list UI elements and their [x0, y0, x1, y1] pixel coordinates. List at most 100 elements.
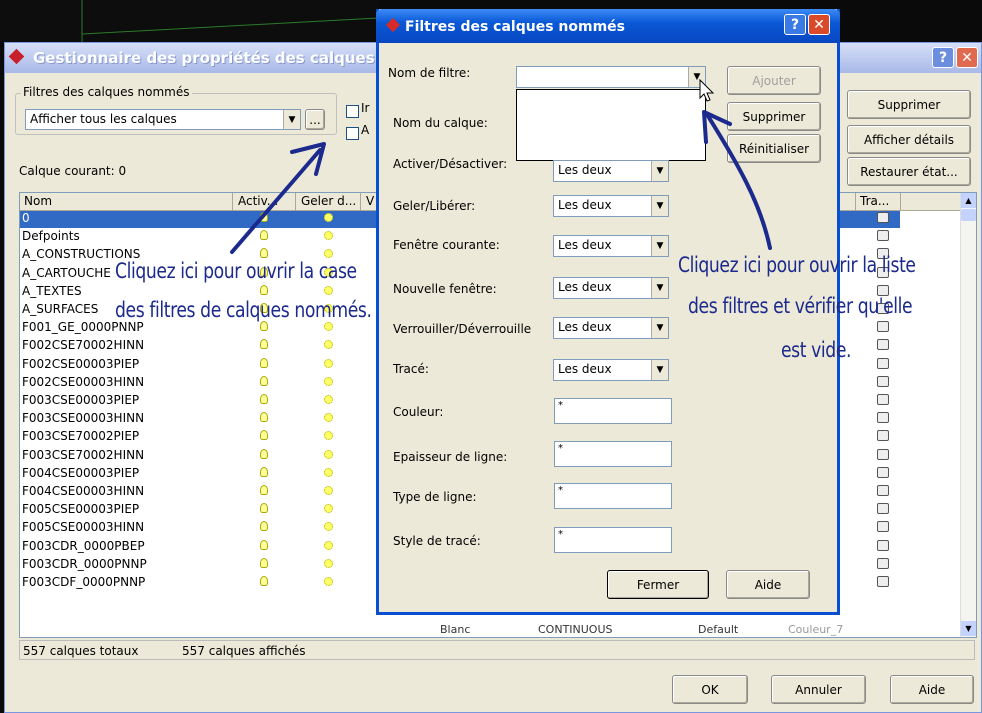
printer-icon[interactable] [877, 412, 889, 424]
printer-icon[interactable] [877, 521, 889, 533]
chevron-down-icon[interactable]: ▼ [651, 278, 668, 298]
close-dialog-button[interactable]: Fermer [607, 570, 709, 599]
scroll-down-button[interactable]: ▼ [961, 621, 976, 636]
on-off-combo[interactable]: Les deux ▼ [553, 160, 669, 182]
named-filter-ellipsis-button[interactable]: ... [305, 109, 325, 130]
printer-icon[interactable] [877, 230, 889, 242]
apply-filter-checkbox[interactable] [346, 127, 359, 140]
column-header-on[interactable]: Activ... [238, 194, 278, 208]
chevron-down-icon[interactable]: ▼ [651, 318, 668, 338]
scroll-up-button[interactable]: ▲ [961, 193, 976, 208]
sun-icon[interactable] [324, 449, 333, 459]
sun-icon[interactable] [324, 285, 333, 295]
lightbulb-icon[interactable] [260, 339, 268, 350]
sun-icon[interactable] [324, 522, 333, 532]
delete-filter-button[interactable]: Supprimer [727, 102, 821, 131]
delete-layer-button[interactable]: Supprimer [847, 90, 971, 119]
lightbulb-icon[interactable] [260, 503, 268, 514]
lightbulb-icon[interactable] [260, 466, 268, 477]
lightbulb-icon[interactable] [260, 539, 268, 550]
lightbulb-icon[interactable] [260, 521, 268, 532]
printer-icon[interactable] [877, 466, 889, 478]
printer-icon[interactable] [877, 375, 889, 387]
printer-icon[interactable] [877, 448, 889, 460]
sun-icon[interactable] [324, 249, 333, 259]
ok-button[interactable]: OK [672, 675, 748, 704]
lightbulb-icon[interactable] [260, 248, 268, 259]
sun-icon[interactable] [324, 577, 333, 586]
printer-icon[interactable] [877, 357, 889, 369]
current-viewport-combo[interactable]: Les deux ▼ [553, 235, 669, 257]
lineweight-field[interactable]: * [554, 441, 672, 467]
new-viewport-combo[interactable]: Les deux ▼ [553, 277, 669, 299]
restore-state-button[interactable]: Restaurer état... [847, 157, 971, 186]
help-button[interactable]: Aide [890, 675, 974, 704]
sun-icon[interactable] [324, 213, 333, 222]
printer-icon[interactable] [877, 539, 889, 551]
plot-combo[interactable]: Les deux ▼ [553, 359, 669, 381]
chevron-down-icon[interactable]: ▼ [651, 360, 668, 380]
printer-icon[interactable] [877, 576, 889, 587]
lightbulb-icon[interactable] [260, 485, 268, 495]
printer-icon[interactable] [877, 212, 889, 223]
sun-icon[interactable] [324, 322, 333, 332]
show-details-button[interactable]: Afficher détails [847, 125, 971, 154]
column-header-freeze[interactable]: Geler d... [301, 194, 356, 208]
lightbulb-icon[interactable] [260, 576, 268, 586]
printer-icon[interactable] [877, 557, 889, 569]
sun-icon[interactable] [324, 376, 333, 386]
printer-icon[interactable] [877, 394, 889, 405]
chevron-down-icon[interactable]: ▼ [283, 110, 300, 129]
help-title-button[interactable]: ? [932, 47, 954, 68]
freeze-thaw-combo[interactable]: Les deux ▼ [553, 195, 669, 217]
dialog-title-bar[interactable]: Filtres des calques nommés ? ✕ [376, 9, 840, 43]
lightbulb-icon[interactable] [260, 557, 268, 568]
dialog-close-button[interactable]: ✕ [808, 14, 830, 35]
add-filter-button[interactable]: Ajouter [727, 66, 821, 95]
sun-icon[interactable] [324, 486, 333, 495]
lock-unlock-combo[interactable]: Les deux ▼ [553, 317, 669, 339]
linetype-field[interactable]: * [554, 483, 672, 509]
plot-style-field[interactable]: * [554, 527, 672, 553]
lightbulb-icon[interactable] [260, 412, 268, 423]
lightbulb-icon[interactable] [260, 394, 268, 404]
dialog-help-button[interactable]: ? [784, 14, 806, 35]
sun-icon[interactable] [324, 395, 333, 404]
lightbulb-icon[interactable] [260, 430, 268, 441]
sun-icon[interactable] [324, 231, 333, 241]
printer-icon[interactable] [877, 503, 889, 515]
sun-icon[interactable] [324, 540, 333, 550]
lightbulb-icon[interactable] [260, 448, 268, 459]
chevron-down-icon[interactable]: ▼ [651, 236, 668, 256]
sun-icon[interactable] [324, 558, 333, 568]
sun-icon[interactable] [324, 340, 333, 350]
lightbulb-icon[interactable] [260, 321, 268, 332]
dialog-help-action-button[interactable]: Aide [726, 570, 810, 599]
column-header-plot[interactable]: Tra... [860, 194, 889, 208]
lightbulb-icon[interactable] [260, 212, 268, 222]
printer-icon[interactable] [877, 321, 889, 333]
column-header-v[interactable]: V [366, 194, 374, 208]
lightbulb-icon[interactable] [260, 357, 268, 368]
cancel-button[interactable]: Annuler [771, 675, 866, 704]
chevron-down-icon[interactable]: ▼ [651, 196, 668, 216]
sun-icon[interactable] [324, 431, 333, 441]
scroll-thumb[interactable] [961, 209, 976, 221]
sun-icon[interactable] [324, 504, 333, 514]
column-header-name[interactable]: Nom [24, 194, 52, 208]
lightbulb-icon[interactable] [260, 375, 268, 386]
printer-icon[interactable] [877, 485, 889, 496]
reset-filter-button[interactable]: Réinitialiser [727, 134, 821, 163]
list-scrollbar[interactable]: ▲ ▼ [960, 193, 976, 637]
invert-filter-checkbox[interactable] [346, 105, 359, 118]
sun-icon[interactable] [324, 413, 333, 423]
filter-name-combo[interactable]: ▼ [516, 66, 706, 88]
color-field[interactable]: * [554, 398, 672, 424]
layer-filter-combo[interactable]: Afficher tous les calques ▼ [25, 109, 301, 130]
lightbulb-icon[interactable] [260, 284, 268, 295]
sun-icon[interactable] [324, 358, 333, 368]
chevron-down-icon[interactable]: ▼ [651, 161, 668, 181]
sun-icon[interactable] [324, 467, 333, 477]
printer-icon[interactable] [877, 430, 889, 442]
lightbulb-icon[interactable] [260, 230, 268, 241]
